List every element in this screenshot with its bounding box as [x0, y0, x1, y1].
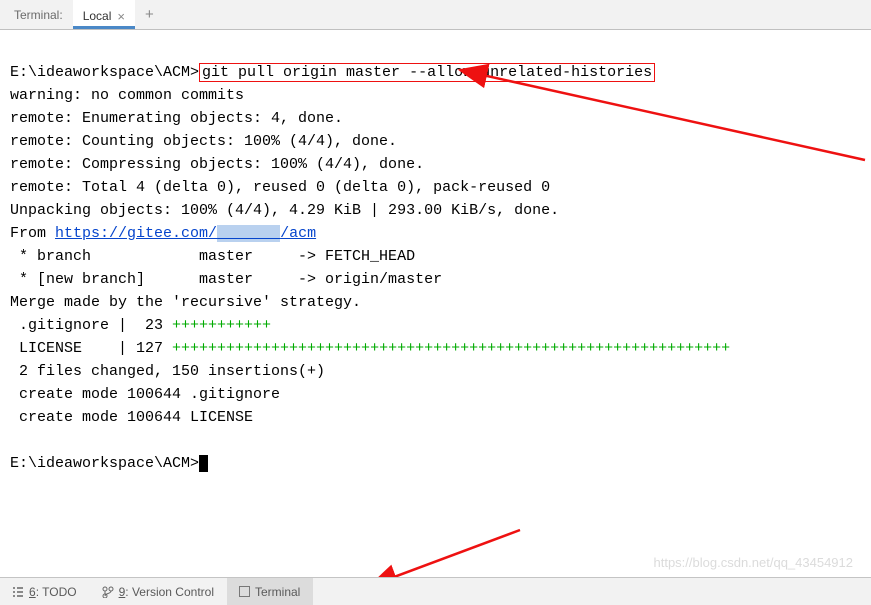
terminal-icon	[239, 586, 250, 597]
remote-url-link[interactable]: https://gitee.com/xxxxxxx/acm	[55, 225, 316, 242]
close-icon[interactable]: ×	[117, 9, 125, 24]
output-line: remote: Compressing objects: 100% (4/4),…	[10, 156, 424, 173]
tab-label: Local	[83, 9, 112, 23]
diff-insertions: ++++++++++++++++++++++++++++++++++++++++…	[172, 340, 730, 357]
branch-icon	[102, 586, 114, 598]
status-vcs-button[interactable]: 9: Version Control	[90, 578, 227, 605]
list-icon	[12, 586, 24, 598]
output-line: * [new branch] master -> origin/master	[10, 271, 442, 288]
output-line: * branch master -> FETCH_HEAD	[10, 248, 415, 265]
output-line: warning: no common commits	[10, 87, 244, 104]
output-line: Merge made by the 'recursive' strategy.	[10, 294, 361, 311]
watermark: https://blog.csdn.net/qq_43454912	[654, 555, 854, 570]
output-line: 2 files changed, 150 insertions(+)	[10, 363, 325, 380]
output-from-prefix: From	[10, 225, 55, 242]
plus-icon: +	[145, 6, 154, 23]
panel-label: Terminal:	[8, 0, 73, 29]
output-line: remote: Enumerating objects: 4, done.	[10, 110, 343, 127]
output-line: create mode 100644 .gitignore	[10, 386, 280, 403]
output-line: remote: Counting objects: 100% (4/4), do…	[10, 133, 397, 150]
output-line: Unpacking objects: 100% (4/4), 4.29 KiB …	[10, 202, 559, 219]
prompt-path: E:\ideaworkspace\ACM>	[10, 64, 199, 81]
status-todo-button[interactable]: 6: TODO	[0, 578, 90, 605]
output-line: create mode 100644 LICENSE	[10, 409, 253, 426]
terminal-output[interactable]: E:\ideaworkspace\ACM>git pull origin mas…	[0, 30, 871, 575]
diff-file-license: LICENSE | 127	[10, 340, 172, 357]
terminal-cursor	[199, 455, 208, 472]
prompt-path: E:\ideaworkspace\ACM>	[10, 455, 199, 472]
terminal-tab-local[interactable]: Local ×	[73, 0, 135, 29]
diff-insertions: +++++++++++	[172, 317, 271, 334]
redacted-username: xxxxxxx	[217, 225, 280, 242]
status-terminal-button[interactable]: Terminal	[227, 578, 313, 605]
git-command-highlight: git pull origin master --allow-unrelated…	[199, 63, 655, 82]
diff-file-gitignore: .gitignore | 23	[10, 317, 172, 334]
add-tab-button[interactable]: +	[135, 0, 164, 29]
output-line: remote: Total 4 (delta 0), reused 0 (del…	[10, 179, 550, 196]
git-command: git pull origin master --allow-unrelated…	[202, 64, 652, 81]
status-bar: 6: TODO 9: Version Control Terminal	[0, 577, 871, 605]
terminal-tab-bar: Terminal: Local × +	[0, 0, 871, 30]
